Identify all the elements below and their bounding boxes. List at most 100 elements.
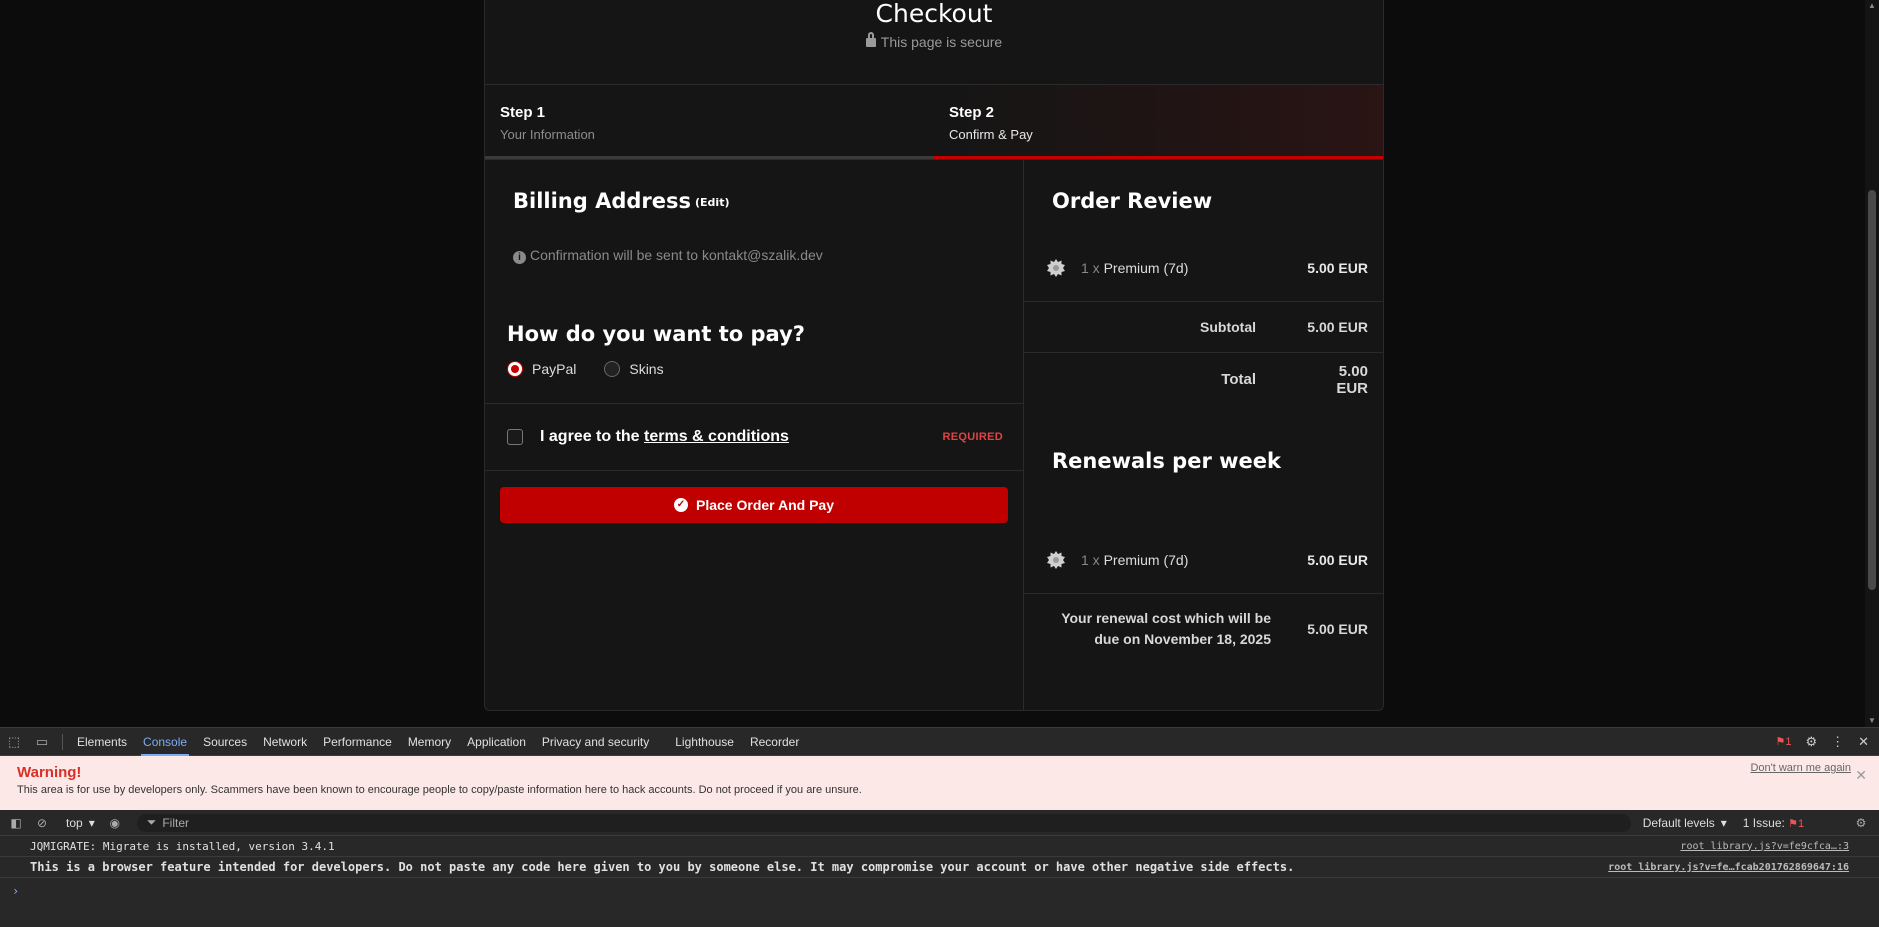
place-order-label: Place Order And Pay: [696, 497, 834, 513]
tab-divider: [62, 733, 63, 750]
terms-text: I agree to the terms & conditions: [540, 428, 789, 446]
place-order-button[interactable]: ✓ Place Order And Pay: [500, 487, 1008, 523]
payment-option-skins[interactable]: Skins: [604, 361, 664, 377]
checkout-card: Checkout This page is secure Step 1 Your…: [484, 0, 1384, 711]
scrollbar-thumb[interactable]: [1868, 190, 1876, 590]
payment-heading: How do you want to pay?: [507, 322, 805, 346]
tab-performance[interactable]: Performance: [315, 728, 400, 756]
product-badge-icon: [1047, 258, 1065, 277]
live-expression-eye-icon[interactable]: ◉: [105, 816, 125, 830]
console-toolbar: ◧ ⊘ top ▾ ◉ ⏷ Filter Default levels ▾ 1 Iss…: [0, 810, 1879, 836]
tab-recorder[interactable]: Recorder: [742, 728, 807, 756]
console-prompt[interactable]: ›: [0, 878, 1879, 904]
renewal-name: Premium (7d): [1103, 551, 1189, 568]
levels-label: Default levels: [1642, 815, 1715, 830]
warning-title: Warning!: [17, 764, 82, 781]
terms-link[interactable]: terms & conditions: [644, 428, 789, 445]
context-selector[interactable]: top ▾: [66, 816, 95, 830]
renewal-cost-row: Your renewal cost which will be due on N…: [1024, 594, 1383, 664]
log-levels-dropdown[interactable]: Default levels ▾: [1643, 816, 1727, 830]
console-source-link[interactable]: root library.js?v=fe…fcab201762869647:16: [1608, 862, 1849, 873]
more-options-icon[interactable]: ⋮: [1831, 734, 1844, 750]
tab-elements[interactable]: Elements: [69, 728, 135, 756]
order-line-item: 1 x Premium (7d) 5.00 EUR: [1024, 234, 1383, 302]
console-message: JQMIGRATE: Migrate is installed, version…: [0, 836, 1879, 857]
paypal-label: PayPal: [532, 361, 577, 377]
step-1-subtitle: Your Information: [500, 127, 595, 142]
close-warning-icon[interactable]: ✕: [1855, 767, 1867, 784]
check-circle-icon: ✓: [674, 498, 688, 512]
required-badge: REQUIRED: [942, 431, 1003, 443]
issues-button[interactable]: 1 Issue: ⚑1: [1743, 816, 1804, 830]
inspect-element-icon[interactable]: ⬚: [0, 728, 28, 756]
paypal-radio[interactable]: [507, 361, 523, 377]
billing-section: Billing Address (Edit) i Confirmation will…: [485, 160, 1023, 264]
console-message: This is a browser feature intended for d…: [0, 857, 1879, 878]
issue-count: 1: [1785, 736, 1792, 748]
subtotal-label: Subtotal: [1200, 319, 1256, 335]
scroll-up-icon[interactable]: ▲: [1868, 2, 1876, 10]
billing-heading: Billing Address (Edit): [513, 189, 995, 213]
product-badge-icon: [1047, 550, 1065, 569]
clear-console-icon[interactable]: ⊘: [32, 816, 52, 830]
chevron-down-icon: ▾: [88, 815, 95, 830]
renewal-line-item: 1 x Premium (7d) 5.00 EUR: [1024, 526, 1383, 594]
issues-count: 1: [1798, 817, 1805, 830]
renewal-qty: 1 x: [1081, 551, 1100, 568]
checkout-header: Checkout This page is secure: [485, 0, 1383, 85]
devtools-panel: ⬚ ▭ Elements Console Sources Network Per…: [0, 727, 1879, 927]
chevron-down-icon: ▾: [1720, 815, 1727, 830]
tab-network[interactable]: Network: [255, 728, 315, 756]
renewal-price: 5.00 EUR: [1307, 551, 1368, 568]
payment-option-paypal[interactable]: PayPal: [507, 361, 576, 377]
payment-column: Billing Address (Edit) i Confirmation will…: [485, 160, 1024, 710]
settings-gear-icon[interactable]: ⚙: [1805, 734, 1817, 750]
total-row: Total 5.00 EUR: [1024, 353, 1383, 406]
billing-edit-link[interactable]: (Edit): [695, 196, 729, 209]
order-summary-column: Order Review 1 x Premium (7d) 5.00 EUR S…: [1024, 160, 1383, 710]
payment-method-section: How do you want to pay? PayPal Skins: [485, 322, 1023, 404]
warning-text: This area is for use by developers only.…: [17, 784, 862, 796]
terms-checkbox[interactable]: [507, 429, 523, 445]
skins-radio[interactable]: [604, 361, 621, 377]
sidebar-toggle-icon[interactable]: ◧: [6, 816, 26, 830]
tab-lighthouse[interactable]: Lighthouse: [667, 728, 742, 756]
skins-label: Skins: [629, 361, 664, 377]
console-filter-input[interactable]: ⏷ Filter: [136, 813, 1631, 832]
console-output: JQMIGRATE: Migrate is installed, version…: [0, 836, 1879, 904]
item-qty: 1 x: [1081, 259, 1100, 276]
lock-icon: [865, 32, 876, 47]
terms-prefix: I agree to the: [540, 428, 640, 445]
total-value: 5.00 EUR: [1336, 362, 1368, 397]
confirmation-notice: i Confirmation will be sent to kontakt@sz…: [513, 247, 995, 264]
filter-placeholder: Filter: [162, 815, 189, 830]
close-devtools-icon[interactable]: ✕: [1858, 734, 1869, 750]
issues-indicator[interactable]: ⚑1: [1775, 735, 1791, 748]
step-2[interactable]: Step 2 Confirm & Pay: [934, 85, 1383, 159]
order-review-heading: Order Review: [1052, 189, 1213, 213]
console-message-text: JQMIGRATE: Migrate is installed, version…: [30, 839, 335, 853]
tab-console[interactable]: Console: [135, 728, 195, 756]
context-label: top: [66, 815, 83, 830]
page-scrollbar[interactable]: ▲ ▼: [1865, 0, 1879, 727]
billing-heading-text: Billing Address: [513, 189, 692, 213]
step-1[interactable]: Step 1 Your Information: [485, 85, 934, 159]
tab-sources[interactable]: Sources: [195, 728, 255, 756]
tab-privacy-security[interactable]: Privacy and security: [534, 728, 657, 756]
scroll-down-icon[interactable]: ▼: [1868, 717, 1876, 725]
console-source-link[interactable]: root library.js?v=fe9cfca…:3: [1680, 841, 1849, 852]
tab-memory[interactable]: Memory: [400, 728, 459, 756]
filter-icon: ⏷: [146, 815, 157, 829]
page-title: Checkout: [875, 0, 993, 28]
console-settings-icon[interactable]: ⚙: [1851, 816, 1871, 830]
issues-label: 1 Issue:: [1742, 815, 1785, 830]
devtools-actions: ⚑1 ⚙ ⋮ ✕: [1775, 734, 1879, 750]
total-label: Total: [1221, 371, 1256, 388]
dont-warn-again-link[interactable]: Don't warn me again: [1750, 762, 1851, 774]
console-message-text: This is a browser feature intended for d…: [30, 860, 1295, 874]
payment-methods: PayPal Skins: [507, 361, 1001, 377]
item-price: 5.00 EUR: [1307, 259, 1368, 276]
device-toolbar-icon[interactable]: ▭: [28, 728, 56, 756]
tab-application[interactable]: Application: [459, 728, 534, 756]
confirmation-text: Confirmation will be sent to kontakt@sza…: [530, 247, 823, 263]
